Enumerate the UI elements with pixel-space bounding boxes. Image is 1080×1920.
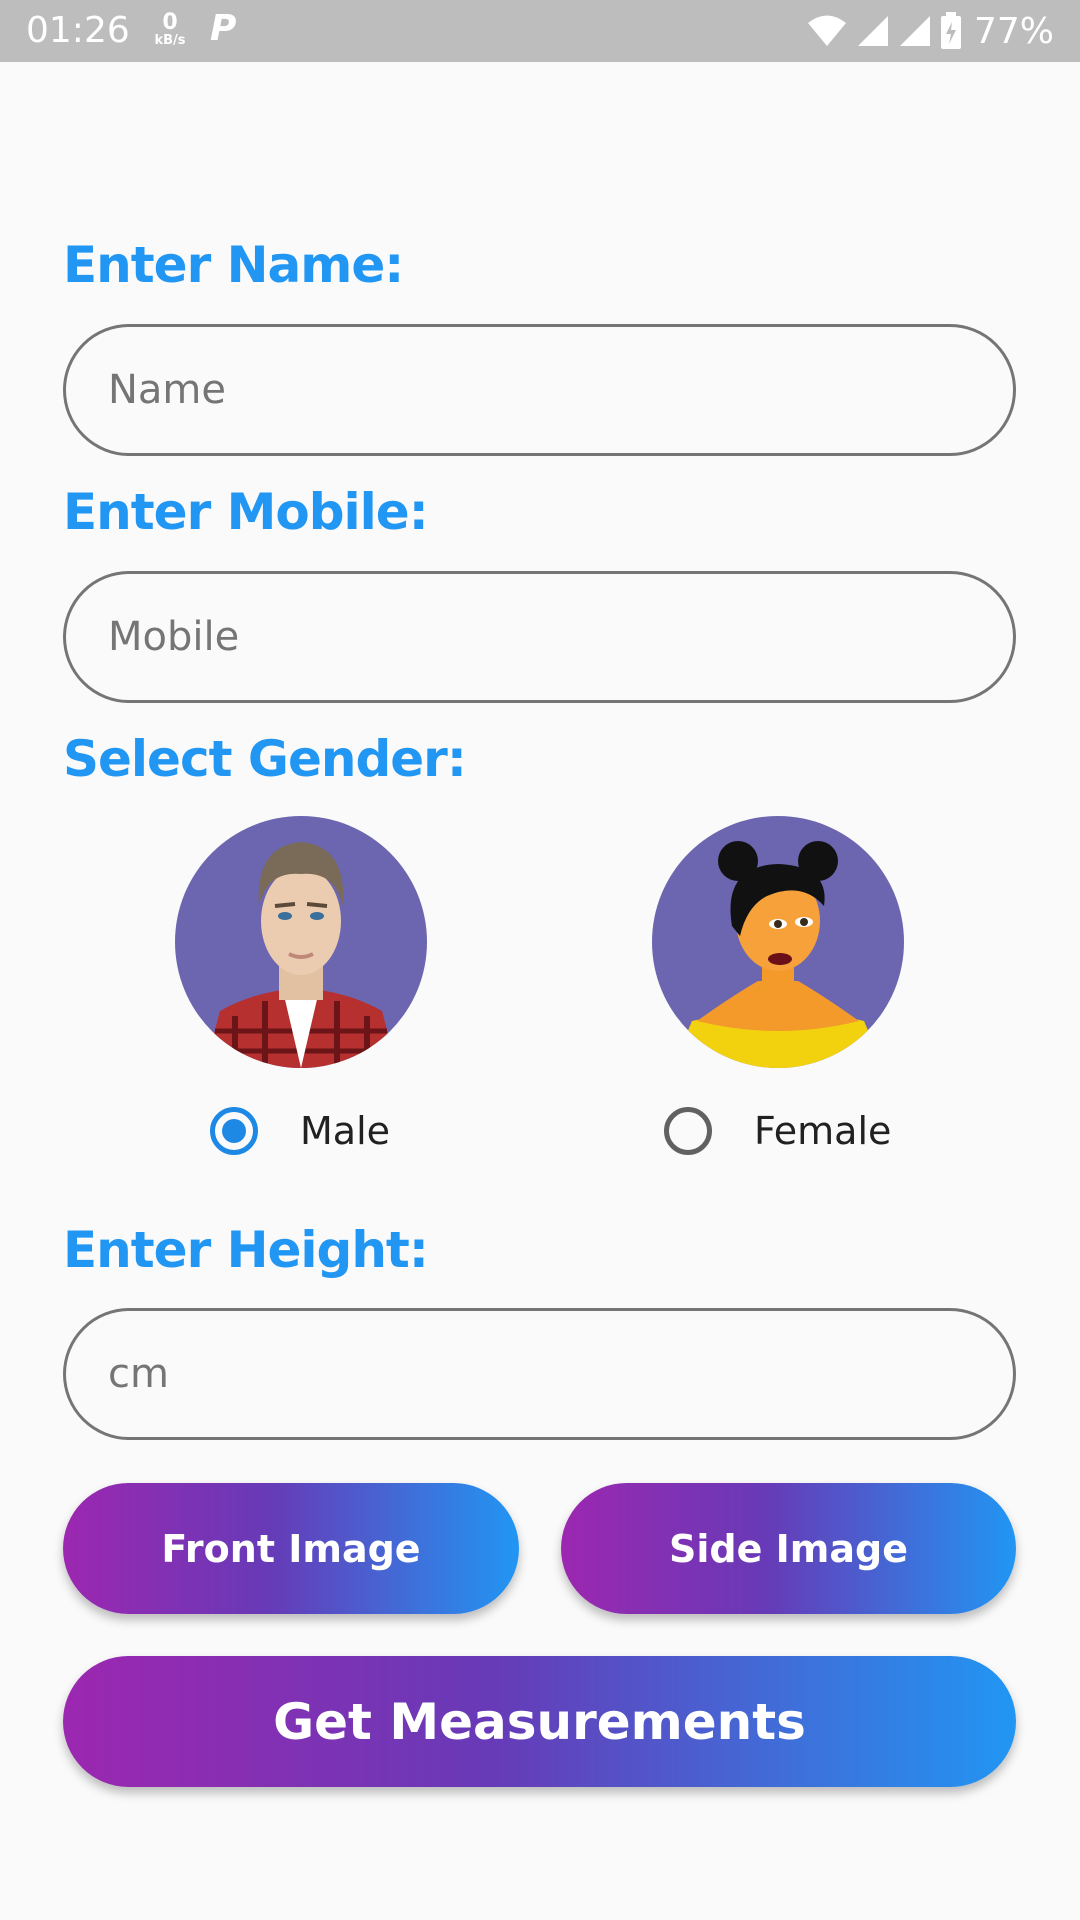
front-image-button[interactable]: Front Image (63, 1483, 519, 1614)
female-radio[interactable] (664, 1107, 712, 1155)
battery-charging-icon (940, 12, 961, 49)
name-label: Enter Name: (63, 236, 404, 294)
network-speed-unit: kB/s (154, 33, 186, 48)
network-speed: 0 kB/s (150, 10, 190, 48)
male-radio[interactable] (210, 1107, 258, 1155)
status-bar: 01:26 0 kB/s P 77% (0, 0, 1080, 62)
male-avatar-icon (205, 842, 397, 1068)
name-input[interactable] (66, 327, 1013, 453)
name-field (63, 324, 1016, 456)
gender-option-female[interactable]: Female (664, 1107, 891, 1155)
signal-icon-2 (899, 16, 930, 46)
male-label: Male (300, 1109, 391, 1153)
mobile-input[interactable] (66, 574, 1013, 700)
network-speed-value: 0 (162, 10, 178, 35)
get-measurements-button[interactable]: Get Measurements (63, 1656, 1016, 1787)
height-input[interactable] (66, 1311, 1013, 1437)
height-field (63, 1308, 1016, 1440)
height-label: Enter Height: (63, 1221, 429, 1279)
male-avatar[interactable] (175, 816, 427, 1068)
mobile-field (63, 571, 1016, 703)
female-avatar[interactable] (652, 816, 904, 1068)
status-icons: 77% (806, 8, 1054, 54)
gender-option-male[interactable]: Male (210, 1107, 390, 1155)
female-label: Female (754, 1109, 892, 1153)
mobile-label: Enter Mobile: (63, 483, 429, 541)
wifi-icon (807, 15, 846, 46)
female-avatar-icon (672, 841, 884, 1068)
status-time: 01:26 (26, 10, 130, 51)
side-image-button[interactable]: Side Image (561, 1483, 1016, 1614)
app-notification-icon: P (210, 8, 237, 49)
signal-icon (857, 16, 888, 46)
battery-percentage: 77% (973, 10, 1054, 52)
gender-label: Select Gender: (63, 730, 467, 788)
